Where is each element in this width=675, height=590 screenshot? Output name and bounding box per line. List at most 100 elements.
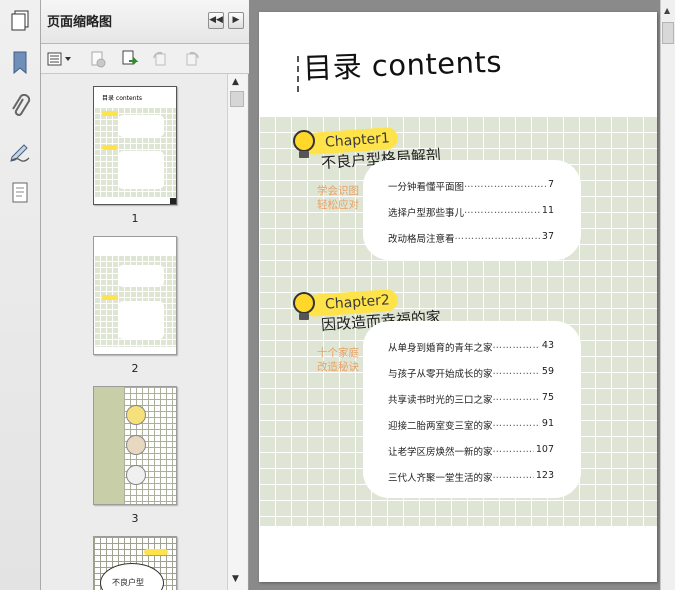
pages-panel-button[interactable] [5, 6, 35, 36]
toc-entry-page: 123 [535, 470, 554, 481]
chapter-2-toc-card: 从单身到婚育的青年之家……………………………………………43 与孩子从零开始成长… [363, 321, 581, 498]
scroll-up-icon[interactable]: ▲ [664, 6, 670, 15]
thumbnail-label-2: 2 [131, 362, 139, 375]
toc-entry-title: 从单身到婚育的青年之家 [388, 343, 493, 354]
toc-entry-page: 11 [541, 205, 554, 216]
scrollbar-thumb[interactable] [662, 22, 674, 44]
thumb-card [118, 301, 164, 339]
toc-entry-title: 让老学区房焕然一新的家 [388, 447, 493, 458]
toc-entry-page: 91 [541, 418, 554, 429]
lightbulb-base [299, 151, 309, 158]
delete-page-button[interactable] [87, 49, 109, 69]
thumbnail-label-3: 3 [131, 512, 139, 525]
toc-entry-title: 与孩子从零开始成长的家 [388, 369, 493, 380]
panel-menu-button[interactable]: ▶ [228, 12, 244, 29]
chevron-right-icon: ▶ [232, 15, 240, 25]
thumb-badge [102, 111, 118, 116]
toc-leader: …………………………………………… [492, 444, 534, 455]
page-thumbnails-panel: 页面缩略图 ◀◀ ▶ 目录 contents 1 2 3 不良户型 ▲ ▼ [41, 0, 249, 590]
thumb-badge [102, 295, 118, 300]
toc-entry[interactable]: 与孩子从零开始成长的家……………………………………………59 [388, 366, 554, 380]
page-title: 目录 contents [302, 44, 503, 86]
toc-entry[interactable]: 三代人齐聚一堂生活的家……………………………………………123 [388, 470, 554, 484]
page-thumbnail-3[interactable] [93, 386, 177, 505]
toc-entry-page: 37 [541, 231, 554, 242]
toc-entry-title: 选择户型那些事儿 [388, 208, 465, 219]
toc-entry[interactable]: 让老学区房焕然一新的家……………………………………………107 [388, 444, 554, 458]
page-layers-icon [12, 182, 28, 203]
toc-entry[interactable]: 改动格局注意看……………………………………………37 [388, 231, 554, 245]
lightbulb-icon [126, 405, 146, 425]
options-menu-button[interactable] [47, 49, 73, 69]
thumb-title: 目录 contents [102, 95, 143, 102]
bookmarks-button[interactable] [5, 48, 35, 78]
pages-icon [11, 10, 29, 31]
page-thumbnail-2[interactable] [93, 236, 177, 355]
thumb-card [118, 115, 164, 137]
toc-entry-title: 一分钟看懂平面图 [388, 182, 465, 193]
toc-entry-page: 107 [535, 444, 554, 455]
toc-leader: …………………………………………… [492, 392, 540, 403]
options-menu-icon [47, 52, 71, 66]
toc-entry[interactable]: 选择户型那些事儿……………………………………………11 [388, 205, 554, 219]
toc-leader: …………………………………………… [492, 340, 540, 351]
chapter-1-toc-card: 一分钟看懂平面图……………………………………………7 选择户型那些事儿……………… [363, 160, 581, 260]
toc-entry[interactable]: 共享读书时光的三口之家……………………………………………75 [388, 392, 554, 406]
attachment-icon [12, 94, 31, 116]
thumbnail-scrollbar[interactable]: ▲ ▼ [227, 74, 247, 590]
document-scrollbar[interactable]: ▲ [660, 0, 675, 590]
panel-title: 页面缩略图 [47, 15, 113, 30]
insert-page-icon [122, 50, 139, 65]
rotate-right-button[interactable] [181, 49, 203, 69]
thumb-badge [144, 549, 168, 555]
toc-entry-page: 59 [541, 366, 554, 377]
family-icon [126, 465, 146, 485]
toc-entry[interactable]: 从单身到婚育的青年之家……………………………………………43 [388, 340, 554, 354]
insert-page-button[interactable] [119, 49, 141, 69]
toc-entry-title: 三代人齐聚一堂生活的家 [388, 473, 493, 484]
page-thumbnail-4[interactable]: 不良户型 [93, 536, 177, 590]
scroll-down-icon[interactable]: ▼ [232, 574, 239, 584]
thumb-badge [102, 145, 118, 150]
chapter-2-note: 十个家庭 改造秘诀 [317, 347, 359, 373]
title-cursor-mark [297, 56, 299, 92]
thumb-card [118, 151, 164, 189]
attachments-button[interactable] [5, 92, 35, 122]
thumbnail-list[interactable]: 目录 contents 1 2 3 不良户型 [41, 74, 227, 590]
double-chevron-left-icon: ◀◀ [209, 15, 223, 25]
toc-entry-title: 迎接二胎两室变三室的家 [388, 421, 493, 432]
rotate-right-icon [186, 51, 199, 66]
toc-entry-page: 75 [541, 392, 554, 403]
toc-entry-page: 43 [541, 340, 554, 351]
toc-leader: …………………………………………… [454, 231, 540, 242]
delete-page-icon [91, 51, 106, 68]
bookmark-icon [13, 51, 27, 75]
chapter-1-note: 学会识图 轻松应对 [317, 185, 359, 211]
toc-leader: …………………………………………… [492, 366, 540, 377]
scrollbar-thumb[interactable] [230, 91, 244, 107]
layers-button[interactable] [5, 178, 35, 208]
toc-leader: …………………………………………… [492, 418, 540, 429]
toc-entry[interactable]: 一分钟看懂平面图……………………………………………7 [388, 179, 554, 193]
toc-leader: …………………………………………… [464, 179, 546, 190]
collapse-panel-button[interactable]: ◀◀ [208, 12, 224, 29]
signatures-button[interactable] [5, 136, 35, 166]
thumb-text: 不良户型 [112, 578, 144, 587]
toc-leader: …………………………………………… [492, 470, 534, 481]
thumbnail-label-1: 1 [131, 212, 139, 225]
page-thumbnail-1[interactable]: 目录 contents [93, 86, 177, 205]
toc-entry[interactable]: 迎接二胎两室变三室的家……………………………………………91 [388, 418, 554, 432]
toc-entry-page: 7 [547, 179, 554, 190]
rotate-left-button[interactable] [149, 49, 171, 69]
house-icon [126, 435, 146, 455]
toc-entry-title: 改动格局注意看 [388, 234, 455, 245]
panel-header: 页面缩略图 ◀◀ ▶ [41, 0, 249, 44]
document-page: 目录 contents Chapter1 不良户型格局解剖 学会识图 轻松应对 … [259, 12, 657, 582]
toc-entry-title: 共享读书时光的三口之家 [388, 395, 493, 406]
navigation-rail [0, 0, 41, 590]
panel-splitter[interactable] [250, 0, 257, 590]
scroll-up-icon[interactable]: ▲ [232, 77, 239, 87]
thumb-card [118, 265, 164, 287]
thumb-corner-marker [170, 198, 176, 204]
lightbulb-icon [293, 130, 315, 152]
